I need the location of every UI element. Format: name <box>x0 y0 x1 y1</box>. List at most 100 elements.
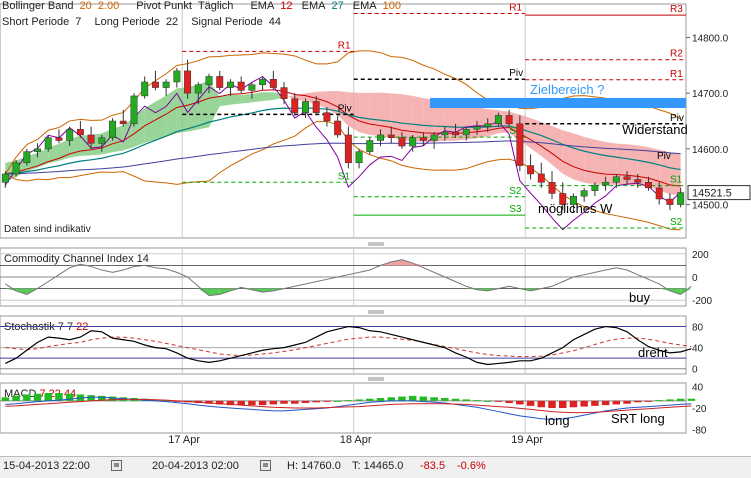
pivot-level-label: S2 <box>670 217 683 228</box>
candle-up <box>34 148 41 152</box>
pivot-level-label: R2 <box>670 49 683 60</box>
candle-down <box>312 101 320 113</box>
macd-hist-pos <box>87 395 95 401</box>
macd-hist-neg <box>558 400 567 408</box>
candle-up <box>66 129 74 141</box>
end-date[interactable]: 20-04-2013 02:00 <box>152 460 239 472</box>
macd-hist-neg <box>494 400 503 402</box>
candle-up <box>430 134 438 141</box>
candle-down <box>452 131 460 136</box>
ema-label-1: EMA <box>250 0 275 12</box>
macd-hist-neg <box>248 400 256 406</box>
bollinger-label: Bollinger Band <box>2 0 74 12</box>
macd-hist-pos <box>483 400 492 402</box>
candle-up <box>205 76 213 86</box>
candle-up <box>602 182 610 186</box>
macd-hist-neg <box>291 400 299 404</box>
candle-up <box>591 184 599 191</box>
candle-down <box>527 165 535 175</box>
candle-down <box>666 198 674 205</box>
x-tick-label: 17 Apr <box>168 434 200 446</box>
candle-up <box>366 140 374 152</box>
macd-hist-pos <box>441 398 449 401</box>
candle-up <box>23 151 31 164</box>
short-period-label: Short Periode <box>2 16 70 28</box>
candle-down <box>237 81 245 91</box>
macd-hist-pos <box>1 397 10 401</box>
pivot-level-label: Piv <box>509 68 523 79</box>
widerstand-label: Widerstand <box>622 122 688 137</box>
macd-hist-neg <box>612 400 621 405</box>
macd-hist-neg <box>537 400 546 408</box>
candle-down <box>87 134 95 144</box>
macd-hist-pos <box>387 397 395 401</box>
candle-down <box>184 70 192 94</box>
footer-bar: 15-04-2013 22:00 20-04-2013 02:00 H: 147… <box>0 456 751 478</box>
candle-up <box>259 78 267 86</box>
macd-hist-neg <box>516 400 524 405</box>
candle-up <box>44 137 52 150</box>
chart-canvas: 17 Apr 18 Apr 19 Apr 14500.0 14600.0 14700.0 1… <box>0 2 751 446</box>
start-date[interactable]: 15-04-2013 22:00 <box>3 460 90 472</box>
macd-hist-pos <box>344 400 353 402</box>
cloud-segment <box>584 136 595 185</box>
candle-up <box>130 95 138 125</box>
pivot-level-label: S2 <box>509 186 522 197</box>
price-y-tick-label: 14700.0 <box>692 89 729 100</box>
candle-up <box>248 84 256 91</box>
macd-hist-neg <box>548 400 556 408</box>
last-price-label: 14521.5 <box>692 188 732 200</box>
candle-down <box>634 179 642 183</box>
bollinger-p2: 2.00 <box>97 0 120 12</box>
candle-up <box>377 134 384 141</box>
change-percent: -0.6% <box>457 460 486 472</box>
candle-down <box>151 81 159 88</box>
candle-up <box>462 129 470 136</box>
ema-12-value: 12 <box>280 0 293 12</box>
ema-label-3: EMA <box>352 0 377 12</box>
candle-up <box>612 176 620 183</box>
macd-hist-neg <box>505 400 513 403</box>
candle-down <box>537 173 545 183</box>
stochastik-y-tick-label: 80 <box>692 323 704 334</box>
candle-up <box>141 81 149 97</box>
macd-hist-pos <box>419 396 428 401</box>
cci-y-tick-label: 0 <box>692 273 698 284</box>
macd-hist-pos <box>655 400 663 402</box>
cloud-segment <box>380 92 392 138</box>
calendar-icon-start[interactable] <box>111 460 122 471</box>
candle-up <box>173 70 181 83</box>
cloud-segment <box>573 133 585 183</box>
calendar-icon-end[interactable] <box>260 460 271 471</box>
candle-down <box>516 123 524 166</box>
cloud-segment <box>391 93 402 141</box>
candle-up <box>355 151 363 164</box>
cci-y-tick-label: 200 <box>692 250 709 261</box>
candle-down <box>645 182 652 189</box>
pivot-level-label: R1 <box>670 69 683 80</box>
candle-down <box>387 134 395 138</box>
candle-up <box>1 173 9 183</box>
macd-hist-pos <box>44 393 52 401</box>
macd-hist-neg <box>526 400 535 406</box>
long-period-label: Long Periode <box>94 16 160 28</box>
macd-hist-pos <box>33 393 42 401</box>
stochastik-y-tick-label: 40 <box>692 344 704 355</box>
candle-up <box>12 162 20 175</box>
x-tick-label: 19 Apr <box>511 434 543 446</box>
candle-up <box>162 81 170 88</box>
candle-up <box>226 81 234 88</box>
macd-hist-pos <box>333 400 342 402</box>
candle-up <box>194 84 202 94</box>
piv-right-label: Piv <box>657 151 671 162</box>
macd-hist-neg <box>569 400 578 408</box>
cci-title: Commodity Channel Index 14 <box>4 253 149 265</box>
macd-hist-neg <box>280 400 288 404</box>
macd-hist-neg <box>580 400 588 407</box>
cci-y-tick-label: -200 <box>692 296 712 307</box>
macd-hist-neg <box>312 400 320 403</box>
macd-hist-neg <box>601 400 610 406</box>
candle-up <box>98 137 106 144</box>
macd-srt-long-label: SRT long <box>611 411 665 426</box>
macd-hist-neg <box>301 400 310 403</box>
